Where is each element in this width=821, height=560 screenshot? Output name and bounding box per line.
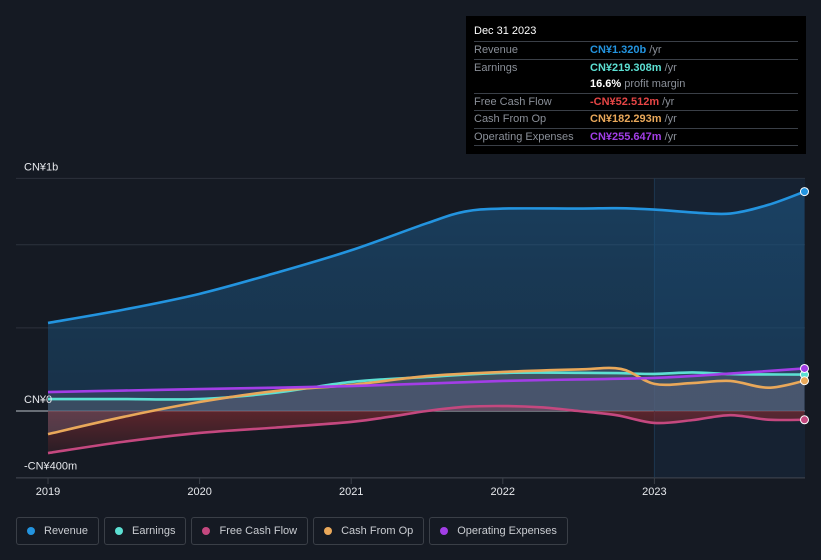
legend-item-free-cash-flow[interactable]: Free Cash Flow	[191, 517, 309, 545]
tooltip-row: Earnings CN¥219.308m/yr	[474, 60, 798, 77]
legend-label: Free Cash Flow	[219, 525, 298, 537]
tooltip-row-label: Free Cash Flow	[474, 95, 552, 108]
legend-item-earnings[interactable]: Earnings	[104, 517, 187, 545]
tooltip-row-label: Cash From Op	[474, 113, 547, 125]
legend-dot-icon	[27, 527, 35, 535]
y-tick-label: CN¥1b	[24, 161, 58, 173]
x-tick-label: 2019	[36, 486, 60, 498]
y-tick-label: CN¥0	[24, 394, 52, 406]
legend-label: Cash From Op	[341, 525, 414, 537]
x-axis-labels: 2019 2020 2021 2022 2023	[16, 477, 805, 498]
legend-item-cash-from-op[interactable]: Cash From Op	[313, 517, 425, 545]
x-tick-label: 2023	[642, 486, 666, 498]
tooltip-row-label: Earnings	[474, 61, 518, 74]
tooltip-row-unit: profit margin	[624, 78, 686, 90]
legend-label: Operating Expenses	[457, 525, 557, 537]
tooltip-row: Revenue CN¥1.320b/yr	[474, 42, 798, 60]
operating-expenses-end-marker	[799, 363, 809, 373]
legend-dot-icon	[202, 527, 211, 535]
tooltip-row-label	[474, 76, 590, 93]
legend-dot-icon	[115, 527, 124, 535]
free-cash-flow-end-marker	[799, 415, 809, 425]
cash-from-op-end-marker	[799, 376, 809, 386]
x-tick-label: 2020	[187, 486, 211, 498]
legend-dot-icon	[440, 527, 449, 535]
legend-item-operating-expenses[interactable]: Operating Expenses	[429, 517, 568, 545]
tooltip-row-value: CN¥182.293m	[590, 113, 662, 125]
tooltip-row-value: 16.6%	[590, 78, 622, 90]
tooltip-row-value: CN¥1.320b	[590, 44, 647, 56]
tooltip-row-unit: /yr	[662, 95, 675, 108]
tooltip-row-unit: /yr	[664, 113, 677, 125]
tooltip-row-label: Revenue	[474, 44, 519, 56]
x-tick-label: 2022	[491, 486, 515, 498]
legend-label: Revenue	[44, 525, 89, 537]
tooltip: Dec 31 2023 Revenue CN¥1.320b/yr Earnings C…	[466, 16, 806, 154]
tooltip-row-value: CN¥255.647m	[590, 130, 662, 143]
legend-item-revenue[interactable]: Revenue	[16, 517, 100, 545]
legend-dot-icon	[324, 527, 333, 535]
tooltip-row: Free Cash Flow -CN¥52.512m/yr	[474, 94, 798, 111]
tooltip-row-value: -CN¥52.512m	[590, 95, 660, 108]
tooltip-row-label: Operating Expenses	[474, 130, 574, 143]
legend-label: Earnings	[132, 525, 176, 537]
tooltip-row-unit: /yr	[664, 130, 677, 143]
x-tick-label: 2021	[339, 486, 363, 498]
revenue-end-marker	[799, 187, 809, 197]
series-areas	[48, 191, 805, 454]
tooltip-row: 16.6% profit margin	[474, 76, 798, 94]
tooltip-row: Operating Expenses CN¥255.647m/yr	[474, 129, 798, 146]
legend: Revenue Earnings Free Cash Flow Cash From O…	[16, 517, 568, 545]
tooltip-row: Cash From Op CN¥182.293m/yr	[474, 111, 798, 129]
tooltip-row-value: CN¥219.308m	[590, 61, 662, 74]
tooltip-row-unit: /yr	[649, 44, 662, 56]
tooltip-date: Dec 31 2023	[474, 24, 798, 42]
y-tick-label: -CN¥400m	[24, 460, 77, 472]
tooltip-row-unit: /yr	[664, 61, 677, 74]
